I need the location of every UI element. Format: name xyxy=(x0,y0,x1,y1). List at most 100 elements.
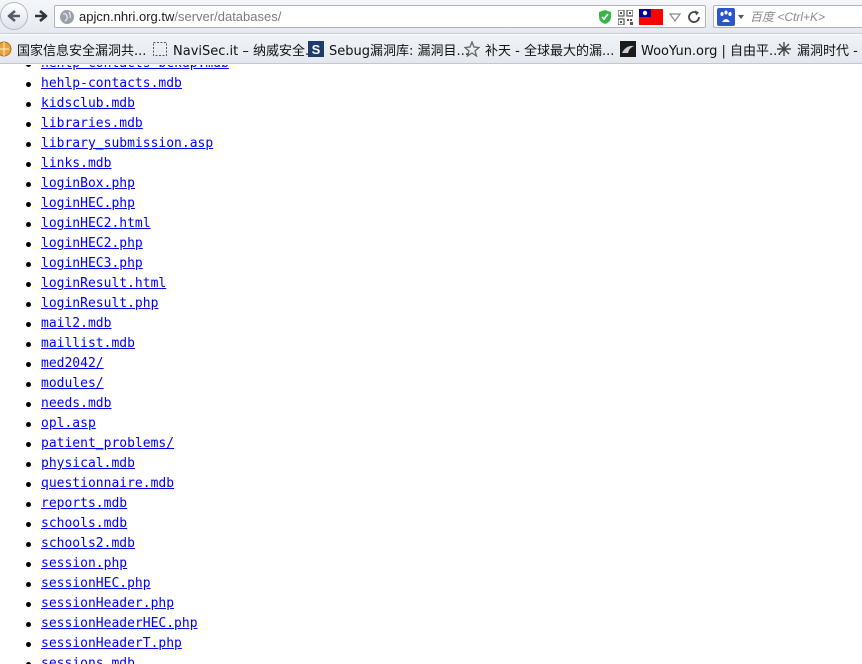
file-link[interactable]: kidsclub.mdb xyxy=(41,96,135,111)
file-link[interactable]: library_submission.asp xyxy=(41,136,213,151)
file-link[interactable]: reports.mdb xyxy=(41,496,127,511)
file-link[interactable]: sessionHeaderHEC.php xyxy=(41,616,198,631)
bullet-icon xyxy=(26,402,31,407)
arrow-left-icon xyxy=(7,10,20,22)
bookmark-label: 漏洞时代 - 最 xyxy=(797,43,862,59)
list-item: mail2.mdb xyxy=(0,314,229,334)
file-link[interactable]: libraries.mdb xyxy=(41,116,143,131)
address-bar[interactable]: apjcn.nhri.org.tw/server/databases/ xyxy=(54,5,706,28)
burst-icon xyxy=(776,41,792,57)
bullet-icon xyxy=(26,442,31,447)
file-link[interactable]: hehlp-contacts-bckup.mdb xyxy=(41,65,229,71)
reload-icon[interactable] xyxy=(687,8,701,26)
file-link[interactable]: loginHEC.php xyxy=(41,196,135,211)
chevron-down-icon xyxy=(738,15,744,19)
list-item: sessionHEC.php xyxy=(0,574,229,594)
file-link[interactable]: questionnaire.mdb xyxy=(41,476,174,491)
bullet-icon xyxy=(26,382,31,387)
file-link[interactable]: loginBox.php xyxy=(41,176,135,191)
dropdown-triangle-icon[interactable] xyxy=(669,8,681,26)
list-item: loginHEC2.php xyxy=(0,234,229,254)
bullet-icon xyxy=(26,122,31,127)
list-item: schools2.mdb xyxy=(0,534,229,554)
file-link[interactable]: patient_problems/ xyxy=(41,436,174,451)
list-item: sessionHeader.php xyxy=(0,594,229,614)
file-link[interactable]: schools.mdb xyxy=(41,516,127,531)
file-link[interactable]: loginHEC2.html xyxy=(41,216,151,231)
bullet-icon xyxy=(26,182,31,187)
file-link[interactable]: needs.mdb xyxy=(41,396,111,411)
file-link[interactable]: physical.mdb xyxy=(41,456,135,471)
list-item: physical.mdb xyxy=(0,454,229,474)
bullet-icon xyxy=(26,562,31,567)
file-link[interactable]: schools2.mdb xyxy=(41,536,135,551)
search-bar xyxy=(713,5,862,28)
bookmark-label: 补天 - 全球最大的漏... xyxy=(485,43,615,59)
bullet-icon xyxy=(26,102,31,107)
bookmark-label: 国家信息安全漏洞共... xyxy=(17,43,147,59)
bullet-icon xyxy=(26,502,31,507)
url-path: /server/databases/ xyxy=(174,9,282,24)
bullet-icon xyxy=(26,582,31,587)
bullet-icon xyxy=(26,602,31,607)
list-item: maillist.mdb xyxy=(0,334,229,354)
file-link[interactable]: modules/ xyxy=(41,376,104,391)
list-item: questionnaire.mdb xyxy=(0,474,229,494)
file-link[interactable]: session.php xyxy=(41,556,127,571)
bullet-icon xyxy=(26,142,31,147)
shield-icon[interactable] xyxy=(598,8,612,26)
list-item: loginBox.php xyxy=(0,174,229,194)
file-link[interactable]: hehlp-contacts.mdb xyxy=(41,76,182,91)
list-item: loginHEC3.php xyxy=(0,254,229,274)
list-item: sessionHeaderHEC.php xyxy=(0,614,229,634)
bullet-icon xyxy=(26,342,31,347)
bullet-icon xyxy=(26,542,31,547)
file-link[interactable]: sessions.mdb xyxy=(41,656,135,664)
globe-icon xyxy=(60,10,74,24)
bookmark-butian[interactable]: 补天 - 全球最大的漏... xyxy=(464,40,615,59)
file-link[interactable]: loginResult.php xyxy=(41,296,158,311)
file-link[interactable]: loginHEC2.php xyxy=(41,236,143,251)
search-engine-button[interactable] xyxy=(717,8,745,26)
svg-text:S: S xyxy=(312,42,321,57)
file-link[interactable]: mail2.mdb xyxy=(41,316,111,331)
file-link[interactable]: sessionHeader.php xyxy=(41,596,174,611)
baidu-paw-icon xyxy=(717,8,735,26)
file-link[interactable]: loginHEC3.php xyxy=(41,256,143,271)
bookmark-label: WooYun.org | 自由平... xyxy=(641,43,782,59)
bookmark-navisec[interactable]: NaviSec.it – 纳威安全... xyxy=(152,40,317,59)
list-item: loginResult.php xyxy=(0,294,229,314)
file-link[interactable]: sessionHeaderT.php xyxy=(41,636,182,651)
qr-code-icon[interactable] xyxy=(618,8,633,26)
file-link[interactable]: med2042/ xyxy=(41,356,104,371)
file-link[interactable]: sessionHEC.php xyxy=(41,576,151,591)
list-item: reports.mdb xyxy=(0,494,229,514)
bullet-icon xyxy=(26,422,31,427)
bullet-icon xyxy=(26,202,31,207)
forward-button[interactable] xyxy=(30,6,52,26)
bookmark-ldsj[interactable]: 漏洞时代 - 最 xyxy=(776,40,862,59)
file-link[interactable]: links.mdb xyxy=(41,156,111,171)
wooyun-icon xyxy=(620,41,636,57)
file-link[interactable]: maillist.mdb xyxy=(41,336,135,351)
bookmark-wooyun[interactable]: WooYun.org | 自由平... xyxy=(620,40,782,59)
bullet-icon xyxy=(26,65,31,67)
list-item: loginResult.html xyxy=(0,274,229,294)
bookmark-cnnvd[interactable]: 国家信息安全漏洞共... xyxy=(0,40,147,59)
url-text[interactable]: apjcn.nhri.org.tw/server/databases/ xyxy=(79,9,281,25)
file-link[interactable]: loginResult.html xyxy=(41,276,166,291)
list-item: hehlp-contacts.mdb xyxy=(0,74,229,94)
sebug-s-icon: S xyxy=(308,41,324,57)
list-item: library_submission.asp xyxy=(0,134,229,154)
back-button[interactable] xyxy=(0,2,28,30)
list-item: patient_problems/ xyxy=(0,434,229,454)
bookmark-label: Sebug漏洞库: 漏洞目... xyxy=(329,43,469,59)
list-item: links.mdb xyxy=(0,154,229,174)
list-item: sessions.mdb xyxy=(0,654,229,664)
bullet-icon xyxy=(26,362,31,367)
file-link[interactable]: opl.asp xyxy=(41,416,96,431)
bookmark-sebug[interactable]: S Sebug漏洞库: 漏洞目... xyxy=(308,40,469,59)
navigation-toolbar: apjcn.nhri.org.tw/server/databases/ xyxy=(0,0,862,34)
search-input[interactable] xyxy=(750,8,860,26)
list-item: med2042/ xyxy=(0,354,229,374)
